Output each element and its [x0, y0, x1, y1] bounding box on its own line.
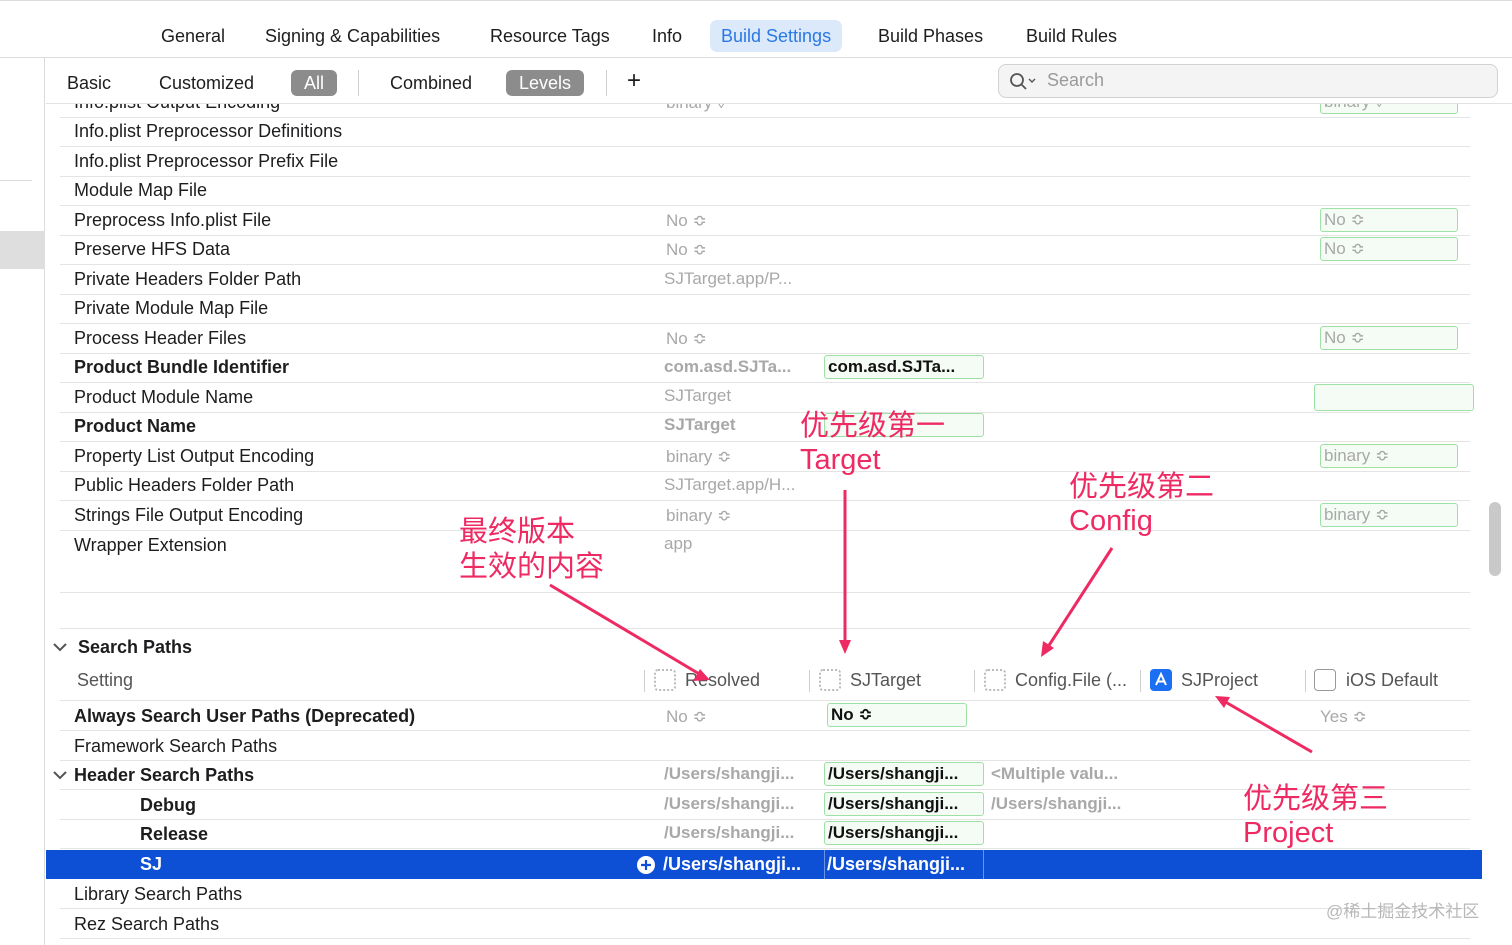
- annotation-final: 生效的内容: [459, 551, 605, 583]
- annotation-target: 优先级第一: [800, 410, 946, 442]
- annotation-project: 优先级第三: [1243, 783, 1389, 815]
- annotation-config: Config: [1069, 505, 1153, 537]
- annotation-target: Target: [800, 444, 881, 476]
- annotation-project: Project: [1243, 817, 1334, 849]
- annotation-final: 最终版本: [459, 516, 576, 548]
- annotation-config: 优先级第二: [1069, 471, 1215, 503]
- watermark: @稀土掘金技术社区: [1326, 902, 1480, 921]
